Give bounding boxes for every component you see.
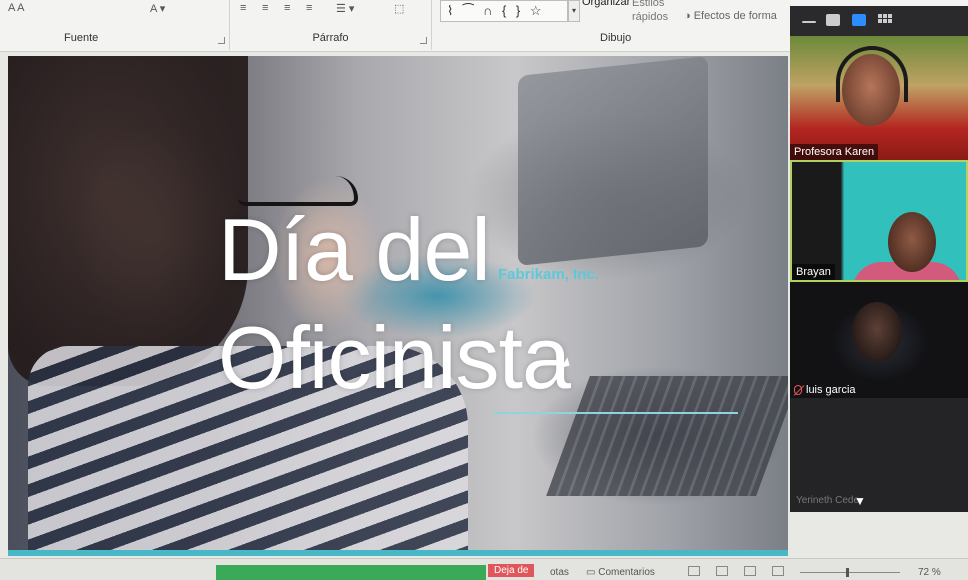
zoom-slider[interactable]	[800, 572, 900, 573]
chevron-down-icon[interactable]: ▼	[854, 494, 866, 508]
ribbon-group-paragraph: ≡ ≡ ≡ ≡ ☰ ▾ ⬚ Párrafo	[230, 0, 432, 50]
ribbon-group-label: Fuente	[64, 32, 99, 44]
zoom-level[interactable]: 72 %	[918, 567, 941, 578]
status-bar: Deja de otas ▭ Comentarios 72 %	[0, 558, 968, 580]
ribbon-group-drawing: ⌇ ⁀ ∩ { } ☆ ▾ Organizar Estilos rápidos …	[432, 0, 794, 50]
slide-title[interactable]: Día del Oficinista	[218, 196, 571, 412]
participant-video	[888, 212, 936, 272]
dialog-launcher-icon[interactable]	[420, 37, 427, 44]
stop-share-button[interactable]: Deja de	[488, 564, 535, 577]
screen: A A A ▾ Fuente ≡ ≡ ≡ ≡ ☰ ▾ ⬚ Párrafo ⌇ ⁀…	[0, 0, 968, 580]
participant-name: Profesora Karen	[790, 144, 879, 160]
ribbon-group-label: Párrafo	[312, 32, 349, 44]
align-center-icon[interactable]: ≡	[262, 2, 268, 14]
slide-title-line: Oficinista	[218, 308, 571, 407]
ribbon-group-label: Dibujo	[600, 32, 632, 44]
participant-video	[852, 302, 902, 362]
reading-view-icon[interactable]	[744, 566, 756, 576]
justify-icon[interactable]: ≡	[306, 2, 312, 14]
shape-effects-icon: ◑	[684, 10, 694, 22]
slide-title-line: Día del	[218, 200, 491, 299]
font-size-icon[interactable]: A A	[8, 2, 25, 14]
gallery-view-icon[interactable]	[878, 14, 892, 26]
shape-effects-label: Efectos de forma	[693, 10, 777, 22]
slide-photo-person	[8, 56, 248, 386]
participant-name: Yerineth Cede	[796, 495, 860, 506]
participant-tile[interactable]: luis garcia	[790, 282, 968, 398]
slide-canvas[interactable]: Día del Oficinista Fabrikam, Inc.	[8, 56, 788, 556]
comments-label: Comentarios	[598, 567, 655, 578]
headset-icon	[836, 46, 908, 102]
slide-company-name[interactable]: Fabrikam, Inc.	[498, 266, 599, 283]
slide-bottom-bar	[8, 550, 788, 556]
single-view-icon[interactable]	[826, 14, 840, 26]
participant-name: Brayan	[792, 264, 835, 280]
strip-view-icon[interactable]	[852, 14, 866, 26]
gallery-more-button[interactable]: ▾	[568, 0, 580, 22]
comments-button[interactable]: ▭ Comentarios	[586, 567, 655, 578]
video-call-panel: Profesora Karen Brayan luis garcia Yerin…	[790, 6, 968, 512]
slide-accent-line	[494, 412, 738, 414]
shape-effects-button[interactable]: ◑ Efectos de forma	[684, 10, 777, 22]
font-color-icon[interactable]: A ▾	[150, 2, 165, 15]
text-direction-icon[interactable]: ⬚	[394, 2, 404, 15]
zoom-slider-thumb[interactable]	[846, 568, 849, 577]
dialog-launcher-icon[interactable]	[218, 37, 225, 44]
notes-button[interactable]: otas	[550, 567, 569, 578]
participant-tile-active[interactable]: Brayan	[790, 160, 968, 282]
align-right-icon[interactable]: ≡	[284, 2, 290, 14]
normal-view-icon[interactable]	[688, 566, 700, 576]
participant-name: luis garcia	[806, 384, 856, 396]
participant-name-tag: luis garcia	[790, 382, 860, 398]
align-left-icon[interactable]: ≡	[240, 2, 246, 14]
video-toolbar	[790, 6, 968, 36]
arrange-button[interactable]: Organizar	[582, 0, 630, 8]
quick-styles-button[interactable]: Estilos rápidos	[632, 0, 676, 24]
slide-sorter-icon[interactable]	[716, 566, 728, 576]
columns-icon[interactable]: ☰ ▾	[336, 2, 354, 15]
participant-tile[interactable]: Profesora Karen	[790, 36, 968, 160]
slideshow-icon[interactable]	[772, 566, 784, 576]
comment-icon: ▭	[586, 567, 599, 578]
screen-share-banner	[216, 565, 486, 580]
mic-muted-icon	[794, 385, 802, 396]
minimize-icon[interactable]	[802, 21, 816, 23]
ribbon-group-font: A A A ▾ Fuente	[0, 0, 230, 50]
slide-photo-keyboard	[546, 376, 788, 496]
participant-tile[interactable]: Yerineth Cede ▼	[790, 398, 968, 512]
shapes-gallery[interactable]: ⌇ ⁀ ∩ { } ☆	[440, 0, 568, 22]
